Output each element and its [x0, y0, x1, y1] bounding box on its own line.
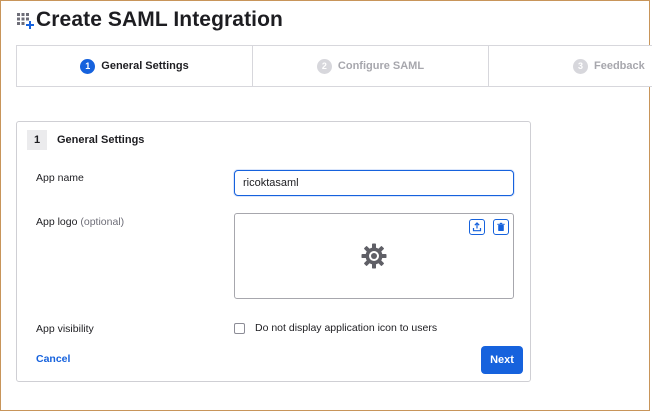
page-header: Create SAML Integration — [16, 8, 283, 32]
cancel-button[interactable]: Cancel — [36, 353, 70, 365]
upload-icon[interactable] — [469, 219, 485, 235]
page-title: Create SAML Integration — [36, 8, 283, 31]
step-general-settings[interactable]: 1 General Settings — [17, 46, 253, 86]
step-label: General Settings — [101, 60, 189, 72]
step-number: 3 — [573, 58, 588, 74]
card-title: General Settings — [57, 134, 145, 146]
step-number: 1 — [80, 58, 96, 74]
app-logo-label: App logo — [36, 216, 78, 228]
section-number-badge: 1 — [27, 130, 47, 150]
card-header: 1 General Settings — [27, 130, 144, 150]
hide-icon-checkbox-label[interactable]: Do not display application icon to users — [255, 322, 437, 334]
app-name-input[interactable] — [234, 170, 514, 196]
hide-icon-checkbox[interactable] — [234, 323, 245, 334]
trash-icon[interactable] — [493, 219, 509, 235]
app-logo-label-row: App logo (optional) — [36, 216, 124, 228]
general-settings-card: 1 General Settings App name App logo (op… — [16, 121, 531, 382]
step-feedback[interactable]: 3 Feedback — [489, 46, 652, 86]
wizard-steps: 1 General Settings 2 Configure SAML 3 Fe… — [16, 45, 652, 87]
step-label: Feedback — [594, 60, 645, 72]
app-visibility-label: App visibility — [36, 323, 94, 335]
step-number: 2 — [316, 58, 332, 74]
next-button[interactable]: Next — [481, 346, 523, 374]
app-name-label: App name — [36, 172, 84, 184]
step-configure-saml[interactable]: 2 Configure SAML — [253, 46, 489, 86]
gear-icon — [361, 243, 387, 274]
optional-hint: (optional) — [80, 216, 125, 228]
app-logo-dropzone[interactable] — [234, 213, 514, 299]
grid-add-icon — [16, 11, 34, 29]
step-label: Configure SAML — [337, 60, 425, 72]
